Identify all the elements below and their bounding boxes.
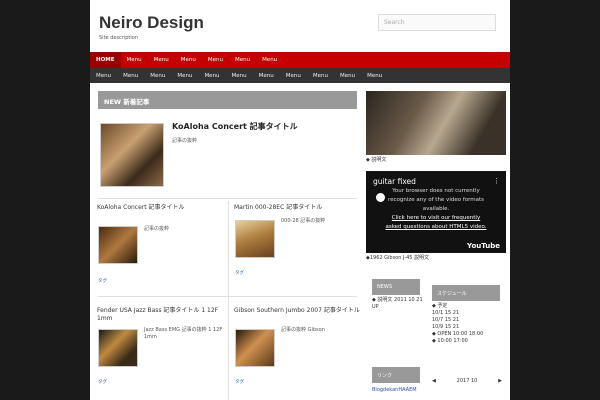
new-posts-header: NEW 新着記事	[98, 91, 357, 109]
prev-month-icon[interactable]: ◀	[432, 378, 436, 384]
site-description: Site description	[99, 35, 138, 41]
blog-header: リンク	[372, 367, 420, 383]
schedule-line: 10/1 15 21	[432, 310, 460, 316]
post-title[interactable]: Fender USA Jazz Bass 記事タイトル 1 12F 1mm	[97, 307, 227, 323]
subnav-item[interactable]: Menu	[334, 73, 361, 79]
divider	[98, 198, 357, 199]
post-title[interactable]: Martin 000-28EC 記事タイトル	[234, 204, 364, 212]
photo-caption: ◆ 説明文	[366, 157, 387, 163]
divider	[228, 201, 229, 301]
calendar-month: 2017 10	[456, 378, 478, 384]
post-tags[interactable]: タグ	[98, 379, 107, 385]
post-thumbnail[interactable]	[98, 226, 138, 264]
featured-excerpt: 記事の抜粋	[172, 138, 198, 144]
video-message-line: available.	[422, 206, 450, 212]
video-help-link[interactable]: asked questions about HTML5 video.	[366, 223, 506, 232]
featured-title[interactable]: KoAloha Concert 記事タイトル	[172, 121, 357, 132]
site-title[interactable]: Neiro Design	[99, 13, 204, 33]
nav-item[interactable]: Menu	[175, 57, 202, 63]
next-month-icon[interactable]: ▶	[498, 378, 502, 384]
post-title[interactable]: KoAloha Concert 記事タイトル	[97, 204, 227, 212]
post-tags[interactable]: タグ	[98, 278, 107, 284]
post-excerpt: Jazz Bass EMG 記事の抜粋 1 12F 1mm	[144, 327, 223, 340]
subnav-item[interactable]: Menu	[253, 73, 280, 79]
subnav-item[interactable]: Menu	[361, 73, 388, 79]
post-excerpt: 記事の抜粋	[144, 226, 170, 232]
schedule-line: ◆ 10:00 17:00	[432, 338, 468, 344]
video-message: Your browser does not currently recogniz…	[366, 187, 506, 232]
nav-home[interactable]: HOME	[90, 52, 121, 68]
video-help-link[interactable]: Click here to visit our frequently	[366, 214, 506, 223]
post-card[interactable]: Gibson Southern Jumbo 2007 記事タイトル 記事の抜粋 …	[234, 307, 364, 385]
page: Neiro Design Site description Search HOM…	[90, 0, 510, 400]
post-tags[interactable]: タグ	[235, 270, 244, 276]
news-text: ◆ 説明文 2011 10 21 UP	[372, 297, 423, 310]
post-card[interactable]: Fender USA Jazz Bass 記事タイトル 1 12F 1mm Ja…	[97, 307, 227, 385]
post-tags[interactable]: タグ	[235, 379, 244, 385]
nav-item[interactable]: Menu	[148, 57, 175, 63]
site-header: Neiro Design Site description Search	[90, 0, 510, 52]
post-title[interactable]: Gibson Southern Jumbo 2007 記事タイトル	[234, 307, 364, 315]
post-card[interactable]: Martin 000-28EC 記事タイトル 000-28 記事の抜粋 タグ	[234, 204, 364, 276]
share-icon[interactable]: ⋮	[493, 177, 500, 185]
video-message-line: Your browser does not currently	[392, 188, 480, 194]
video-title[interactable]: guitar fixed	[373, 177, 416, 186]
nav-item[interactable]: Menu	[229, 57, 256, 63]
video-message-line: recognize any of the video formats	[387, 197, 485, 203]
nav-item[interactable]: Menu	[121, 57, 148, 63]
post-thumbnail[interactable]	[98, 329, 138, 367]
schedule-header: スケジュール	[432, 285, 500, 301]
youtube-logo[interactable]: YouTube	[467, 242, 500, 250]
workshop-photo[interactable]	[366, 91, 506, 155]
search-input[interactable]: Search	[378, 14, 496, 31]
featured-thumbnail[interactable]	[100, 123, 164, 187]
primary-nav: HOME Menu Menu Menu Menu Menu Menu	[90, 52, 510, 68]
post-excerpt: 記事の抜粋 Gibson	[281, 327, 325, 333]
nav-item[interactable]: Menu	[202, 57, 229, 63]
schedule-line: 10/9 15 21	[432, 324, 460, 330]
after-video-text: ◆1962 Gibson J-45 説明文	[366, 255, 430, 261]
secondary-nav: Menu Menu Menu Menu Menu Menu Menu Menu …	[90, 68, 510, 83]
schedule-list: ◆ 予定 10/1 15 21 10/7 15 21 10/9 15 21 ◆ …	[432, 303, 504, 345]
subnav-item[interactable]: Menu	[198, 73, 225, 79]
schedule-line: ◆ 予定	[432, 303, 448, 309]
nav-item[interactable]: Menu	[256, 57, 283, 63]
subnav-item[interactable]: Menu	[144, 73, 171, 79]
divider	[228, 301, 229, 400]
subnav-item[interactable]: Menu	[171, 73, 198, 79]
blog-link[interactable]: BlogdekanHAAEM	[372, 387, 417, 394]
schedule-line: ◆ OPEN 10:00 18:00	[432, 331, 484, 337]
post-thumbnail[interactable]	[235, 329, 275, 367]
subnav-item[interactable]: Menu	[307, 73, 334, 79]
video-player[interactable]: guitar fixed ⋮ Your browser does not cur…	[366, 171, 506, 253]
post-thumbnail[interactable]	[235, 220, 275, 258]
subnav-item[interactable]: Menu	[226, 73, 253, 79]
subnav-item[interactable]: Menu	[117, 73, 144, 79]
divider	[98, 296, 357, 297]
subnav-item[interactable]: Menu	[90, 73, 117, 79]
post-excerpt: 000-28 記事の抜粋	[281, 218, 326, 224]
schedule-line: 10/7 15 21	[432, 317, 460, 323]
news-header: NEWS	[372, 279, 420, 295]
calendar-header: ◀ 2017 10 ▶	[432, 378, 502, 384]
post-card[interactable]: KoAloha Concert 記事タイトル 記事の抜粋 タグ	[97, 204, 227, 284]
subnav-item[interactable]: Menu	[280, 73, 307, 79]
